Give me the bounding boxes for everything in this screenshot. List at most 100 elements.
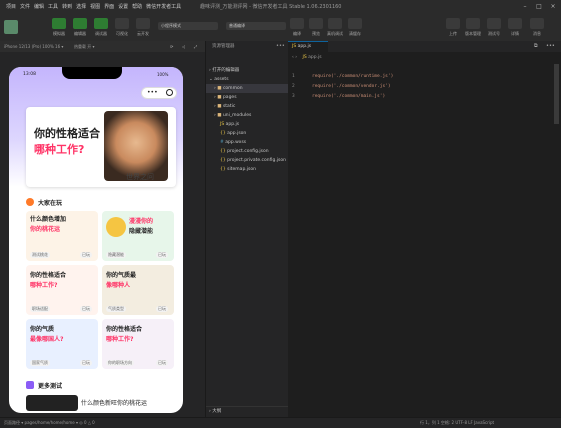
code-line-3[interactable]: 3 require('./common/main.js'): [292, 92, 552, 102]
editor-tab[interactable]: JS app.js: [288, 41, 328, 52]
game-card-1[interactable]: 什么颜色增加 你的桃花运 测试桃花 已玩: [26, 211, 98, 261]
tree-item-label: app.json: [227, 131, 247, 136]
menu-help[interactable]: 帮助: [130, 0, 144, 14]
game-plays: 已玩: [80, 252, 92, 258]
game-card-4[interactable]: 你的气质最 像哪种人 气质类型 已玩: [102, 265, 174, 315]
menu-select[interactable]: 选择: [74, 0, 88, 14]
outline-section[interactable]: › 大纲: [206, 406, 288, 416]
folder-icon: ■: [217, 113, 222, 118]
test-account-label: 测试号: [488, 31, 500, 36]
device-select[interactable]: iPhone 12/13 (Pro) 100% 16 ▾: [4, 41, 63, 52]
maximize-icon[interactable]: □: [535, 3, 543, 11]
menu-ui[interactable]: 界面: [102, 0, 116, 14]
messages-button[interactable]: [530, 18, 544, 29]
phone-screen: 13:08 100% ••• 你的性格适合 哪种工作? 世界之问 大家在玩 什么…: [9, 67, 183, 413]
root-folder[interactable]: ⌄ assets: [206, 75, 288, 84]
tree-item-pages[interactable]: › ■ pages: [206, 93, 288, 102]
nav-forward-icon[interactable]: ›: [295, 55, 297, 60]
upload-button[interactable]: [446, 18, 460, 29]
breadcrumb-file[interactable]: app.js: [308, 55, 322, 60]
avatar[interactable]: [4, 20, 18, 34]
menu-view[interactable]: 视图: [88, 0, 102, 14]
status-bar: 页面路径 ▾ pages/home/home/home ▾ ◎ 0 △ 0 行 …: [0, 417, 561, 428]
banner-title-line1: 你的性格适合: [34, 127, 100, 140]
line-number: 1: [292, 74, 295, 79]
tree-item-sitemap[interactable]: {} sitemap.json: [206, 165, 288, 174]
details-button[interactable]: [508, 18, 522, 29]
mode-select[interactable]: 小程序模式: [158, 22, 218, 30]
debugger-label: 调试器: [95, 31, 107, 36]
menu-tools[interactable]: 工具: [46, 0, 60, 14]
tree-item-app-wxss[interactable]: # app.wxss: [206, 138, 288, 147]
rotate-icon[interactable]: ⟳: [170, 41, 173, 52]
tree-item-label: project.config.json: [227, 149, 269, 154]
more-icon[interactable]: •••: [276, 41, 285, 52]
remote-debug-label: 真机调试: [327, 31, 343, 36]
remote-debug-button[interactable]: [328, 18, 342, 29]
mute-icon[interactable]: ◁: [182, 41, 185, 52]
tree-item-common[interactable]: › ■ common: [206, 84, 288, 93]
open-editors-label: 打开的编辑器: [212, 68, 240, 73]
menu-project[interactable]: 项目: [4, 0, 18, 14]
tree-item-app-js[interactable]: JS app.js: [206, 120, 288, 129]
editor-scrollbar[interactable]: [554, 64, 559, 124]
close-icon[interactable]: ×: [549, 3, 557, 11]
open-editors-section[interactable]: › 打开的编辑器: [206, 66, 288, 75]
game-title-a: 你的性格适合: [106, 326, 143, 333]
tree-item-label: pages: [222, 95, 237, 100]
explorer-title: 资源管理器: [212, 44, 235, 49]
editor-button[interactable]: [73, 18, 87, 29]
game-card-6[interactable]: 你的性格适合 哪种工作? 你的职场方向 已玩: [102, 319, 174, 369]
close-mini-icon[interactable]: [166, 89, 173, 96]
more-actions-icon[interactable]: •••: [546, 41, 555, 52]
compile-button[interactable]: [290, 18, 304, 29]
simulator-label: 模拟器: [53, 31, 65, 36]
preview-button[interactable]: [309, 18, 323, 29]
banner-card[interactable]: 你的性格适合 哪种工作? 世界之问: [26, 107, 176, 187]
explorer-panel: 资源管理器 ••• › 打开的编辑器 ⌄ assets › ■ common ›…: [205, 41, 288, 417]
game-card-3[interactable]: 你的性格适合 哪种工作? 职场适配 已玩: [26, 265, 98, 315]
version-button[interactable]: [466, 18, 480, 29]
menu-settings[interactable]: 设置: [116, 0, 130, 14]
tree-item-static[interactable]: › ■ static: [206, 102, 288, 111]
capsule-menu[interactable]: •••: [141, 87, 177, 99]
editor-breadcrumb: ‹ › JS app.js: [292, 53, 322, 62]
test-account-button[interactable]: [487, 18, 501, 29]
tree-item-project-config[interactable]: {} project.config.json: [206, 147, 288, 156]
fullscreen-icon[interactable]: ⤢: [194, 41, 197, 52]
js-file-icon: JS: [292, 44, 297, 49]
tree-item-uni-modules[interactable]: › ■ uni_modules: [206, 111, 288, 120]
game-tag: 你的职场方向: [106, 360, 134, 366]
tree-item-app-json[interactable]: {} app.json: [206, 129, 288, 138]
game-card-5[interactable]: 你的气质 最像哪国人? 国家气质 已玩: [26, 319, 98, 369]
code-line-2[interactable]: 2 require('./common/vendor.js'): [292, 82, 552, 92]
split-editor-icon[interactable]: ⧉: [534, 41, 538, 52]
fire-icon: [26, 198, 34, 206]
outline-label: 大纲: [212, 409, 222, 414]
menu-file[interactable]: 文件: [18, 0, 32, 14]
minimize-icon[interactable]: –: [521, 3, 529, 11]
game-card-2[interactable]: 漫漫你的 隐藏潜能 隐藏潜能 已玩: [102, 211, 174, 261]
visual-label: 可视化: [116, 31, 128, 36]
compile-select[interactable]: 普通编译: [226, 22, 286, 30]
code-line-1[interactable]: 1 require('./common/runtime.js'): [292, 72, 552, 82]
more-item-title[interactable]: 什么颜色新旺你的桃花运: [81, 398, 147, 407]
game-title-a: 你的气质: [30, 326, 55, 333]
menu-edit[interactable]: 编辑: [32, 0, 46, 14]
js-file-icon: JS: [220, 122, 225, 127]
more-item-thumb[interactable]: [26, 395, 78, 411]
more-icon[interactable]: •••: [147, 89, 158, 96]
cloud-button[interactable]: [136, 18, 150, 29]
messages-label: 消息: [533, 31, 541, 36]
hot-reload-select[interactable]: 热重载 开 ▾: [74, 41, 95, 52]
game-plays: 已玩: [80, 360, 92, 366]
visual-button[interactable]: [115, 18, 129, 29]
tree-item-project-private-config[interactable]: {} project.private.config.json: [206, 156, 288, 165]
simulator-button[interactable]: [52, 18, 66, 29]
game-tag: 职场适配: [30, 306, 50, 312]
nav-back-icon[interactable]: ‹: [292, 55, 294, 60]
menu-devtools[interactable]: 微信开发者工具: [144, 0, 183, 14]
debugger-button[interactable]: [94, 18, 108, 29]
clear-cache-button[interactable]: [348, 18, 362, 29]
menu-goto[interactable]: 转到: [60, 0, 74, 14]
